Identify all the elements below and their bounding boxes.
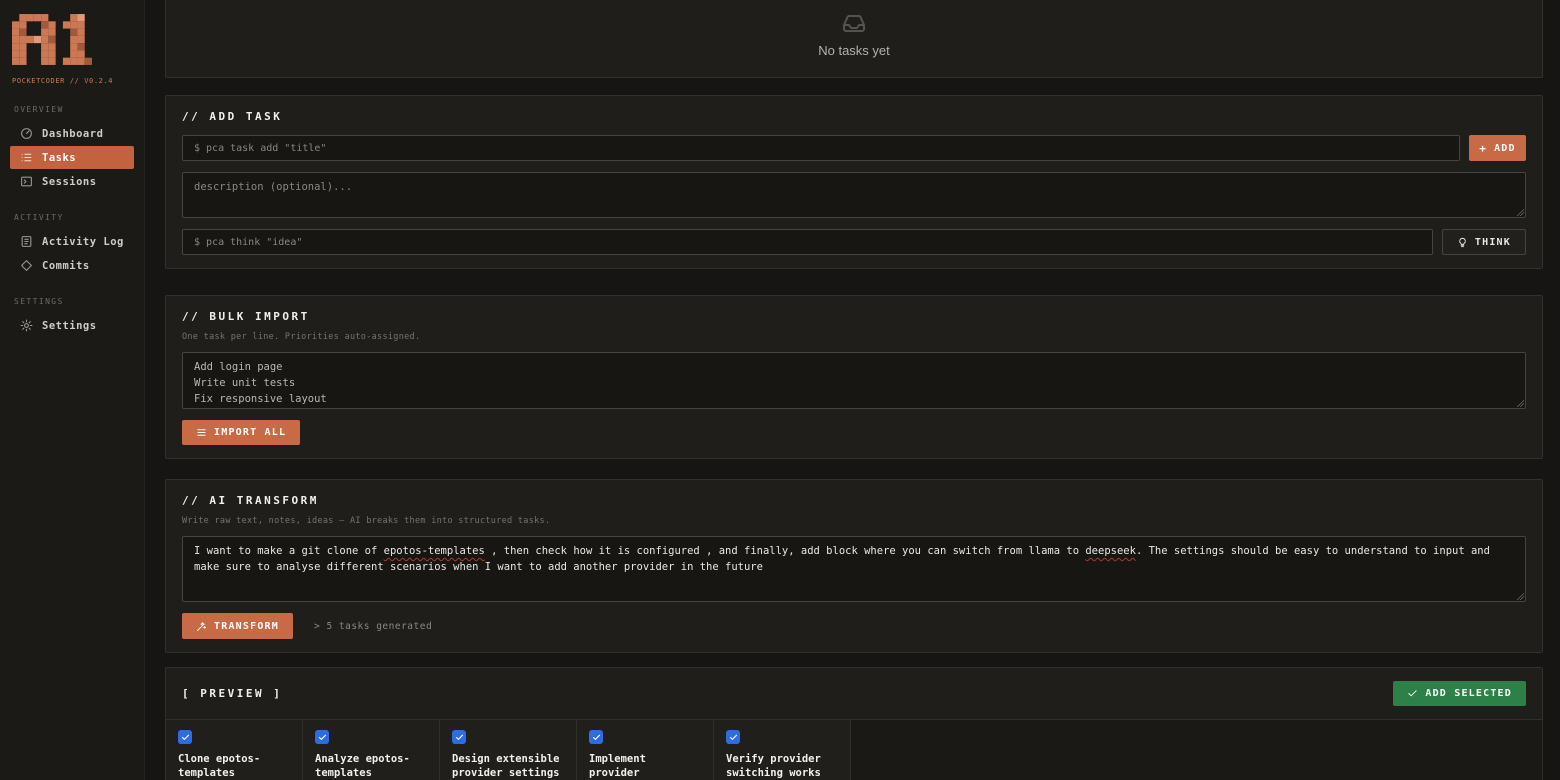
add-selected-button[interactable]: ADD SELECTED [1393, 681, 1526, 706]
preview-title: [ PREVIEW ] [182, 687, 283, 700]
sidebar-item-label: Activity Log [42, 235, 124, 248]
sidebar-section-label: ACTIVITY [14, 213, 64, 222]
task-title: Clone epotos-templates repository [178, 753, 261, 780]
gauge-icon [20, 127, 33, 140]
ai-transform-card: // AI TRANSFORM Write raw text, notes, i… [165, 479, 1543, 653]
add-task-title: // ADD TASK [182, 110, 283, 123]
sidebar: POCKETCODER // V0.2.4 OVERVIEW Dashboard… [0, 0, 145, 780]
sidebar-item-dashboard[interactable]: Dashboard [10, 122, 134, 145]
file-text-icon [20, 235, 33, 248]
pocketcoder-logo [12, 14, 92, 65]
lightbulb-icon [1457, 237, 1468, 248]
add-task-card: // ADD TASK +ADD THINK [165, 95, 1543, 269]
bulk-import-hint: One task per line. Priorities auto-assig… [182, 332, 421, 342]
think-button[interactable]: THINK [1441, 229, 1526, 255]
preview-card: [ PREVIEW ] ADD SELECTED Clone epotos-te… [165, 667, 1543, 780]
sidebar-item-sessions[interactable]: Sessions [10, 170, 134, 193]
preview-task-card[interactable]: Implement provider switching UI block Ad… [577, 720, 714, 780]
preview-task-card[interactable]: Clone epotos-templates repository Git cl… [166, 720, 303, 780]
sidebar-item-activity-log[interactable]: Activity Log [10, 230, 134, 253]
wand-icon [196, 621, 207, 632]
preview-task-card[interactable]: Verify provider switching works end-to-e… [714, 720, 851, 780]
sidebar-section-label: SETTINGS [14, 297, 64, 306]
bulk-import-card: // BULK IMPORT One task per line. Priori… [165, 295, 1543, 459]
ai-transform-hint: Write raw text, notes, ideas — AI breaks… [182, 516, 551, 526]
sidebar-item-label: Sessions [42, 175, 97, 188]
task-checkbox[interactable] [589, 730, 603, 744]
sidebar-item-label: Settings [42, 319, 97, 332]
sidebar-nav: OVERVIEW Dashboard Tasks Sessions ACTIVI… [10, 105, 134, 337]
task-title: Design extensible provider settings arch… [452, 753, 560, 780]
ai-transform-title: // AI TRANSFORM [182, 494, 319, 507]
bulk-import-input[interactable]: Add login page Write unit tests Fix resp… [182, 352, 1526, 409]
sidebar-item-tasks[interactable]: Tasks [10, 146, 134, 169]
sidebar-item-label: Tasks [42, 151, 77, 164]
add-task-button[interactable]: + ADD [1469, 135, 1526, 161]
preview-task-list: Clone epotos-templates repository Git cl… [166, 719, 1542, 780]
commit-icon [20, 259, 33, 272]
sidebar-item-label: Commits [42, 259, 90, 272]
task-checkbox[interactable] [452, 730, 466, 744]
list-icon [20, 151, 33, 164]
sidebar-section-label: OVERVIEW [14, 105, 64, 114]
transform-button[interactable]: TRANSFORM [182, 613, 293, 639]
plus-icon: + [1479, 141, 1488, 155]
think-input[interactable] [182, 229, 1433, 255]
logo-block: POCKETCODER // V0.2.4 [10, 12, 134, 85]
check-icon [1407, 688, 1418, 699]
task-title: Implement provider switching UI block [589, 753, 646, 780]
task-checkbox[interactable] [726, 730, 740, 744]
list-lines-icon [196, 427, 207, 438]
task-title-input[interactable] [182, 135, 1460, 161]
gear-icon [20, 319, 33, 332]
task-description-input[interactable] [182, 172, 1526, 218]
tasks-empty-card: No tasks yet [165, 0, 1543, 78]
task-checkbox[interactable] [315, 730, 329, 744]
import-all-button[interactable]: IMPORT ALL [182, 420, 301, 445]
transform-status: > 5 tasks generated [314, 620, 433, 632]
preview-task-card[interactable]: Design extensible provider settings arch… [440, 720, 577, 780]
brand-version: POCKETCODER // V0.2.4 [12, 77, 114, 85]
terminal-icon [20, 175, 33, 188]
sidebar-item-settings[interactable]: Settings [10, 314, 134, 337]
task-checkbox[interactable] [178, 730, 192, 744]
task-title: Analyze epotos-templates configuration [315, 753, 410, 780]
inbox-icon [841, 12, 867, 36]
bulk-import-title: // BULK IMPORT [182, 310, 310, 323]
ai-transform-input[interactable]: I want to make a git clone of epotos-tem… [182, 536, 1526, 602]
task-title: Verify provider switching works end-to-e… [726, 753, 821, 780]
sidebar-item-label: Dashboard [42, 127, 104, 140]
main-content: No tasks yet // ADD TASK +ADD THINK // B… [165, 0, 1543, 780]
preview-task-card[interactable]: Analyze epotos-templates configuration R… [303, 720, 440, 780]
empty-state-message: No tasks yet [818, 43, 890, 58]
sidebar-item-commits[interactable]: Commits [10, 254, 134, 277]
